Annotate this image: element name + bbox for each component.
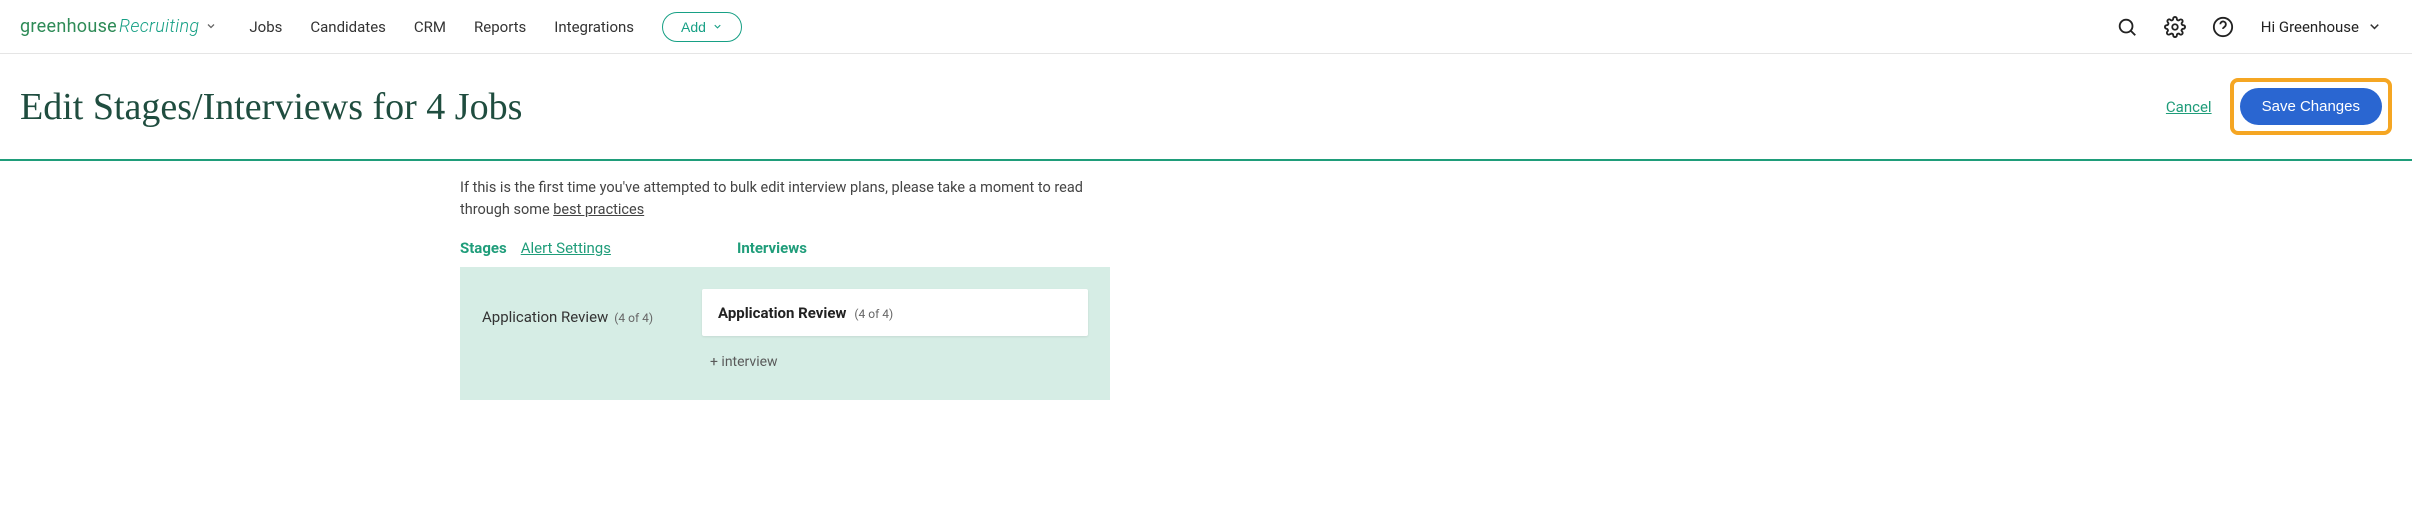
save-button[interactable]: Save Changes bbox=[2240, 88, 2382, 125]
nav-reports[interactable]: Reports bbox=[474, 18, 526, 36]
header-actions: Cancel Save Changes bbox=[2166, 78, 2392, 135]
nav-crm[interactable]: CRM bbox=[414, 18, 446, 36]
brand-greenhouse: greenhouse bbox=[20, 16, 117, 37]
top-nav: greenhouse Recruiting Jobs Candidates CR… bbox=[0, 0, 2412, 54]
chevron-down-icon bbox=[2367, 19, 2382, 34]
nav-jobs[interactable]: Jobs bbox=[249, 18, 282, 36]
tab-alert-settings[interactable]: Alert Settings bbox=[521, 239, 611, 257]
save-highlight: Save Changes bbox=[2230, 78, 2392, 135]
page-title: Edit Stages/Interviews for 4 Jobs bbox=[20, 85, 522, 129]
stage-column: Application Review (4 of 4) bbox=[482, 289, 672, 326]
user-greeting-label: Hi Greenhouse bbox=[2261, 18, 2359, 36]
page-header: Edit Stages/Interviews for 4 Jobs Cancel… bbox=[0, 54, 2412, 161]
nav-integrations[interactable]: Integrations bbox=[554, 18, 634, 36]
section-tabs: Stages Alert Settings Interviews bbox=[460, 239, 1110, 257]
gear-icon[interactable] bbox=[2161, 13, 2189, 41]
tab-stages[interactable]: Stages bbox=[460, 239, 507, 257]
cancel-link[interactable]: Cancel bbox=[2166, 98, 2212, 116]
add-button-label: Add bbox=[681, 19, 706, 35]
nav-candidates[interactable]: Candidates bbox=[310, 18, 386, 36]
stage-name: Application Review bbox=[482, 308, 608, 326]
main-content: If this is the first time you've attempt… bbox=[0, 161, 2412, 440]
add-button[interactable]: Add bbox=[662, 12, 742, 42]
help-icon[interactable] bbox=[2209, 13, 2237, 41]
tab-interviews[interactable]: Interviews bbox=[737, 239, 807, 257]
intro-text: If this is the first time you've attempt… bbox=[460, 177, 1110, 221]
stage-count: (4 of 4) bbox=[614, 311, 653, 325]
stage-panel: Application Review (4 of 4) Application … bbox=[460, 267, 1110, 400]
brand-switcher[interactable]: greenhouse Recruiting bbox=[20, 16, 217, 37]
interview-name: Application Review bbox=[718, 304, 846, 322]
interview-card[interactable]: Application Review (4 of 4) bbox=[702, 289, 1088, 336]
user-menu[interactable]: Hi Greenhouse bbox=[2261, 18, 2382, 36]
add-interview-button[interactable]: + interview bbox=[702, 354, 1088, 370]
primary-nav: Jobs Candidates CRM Reports Integrations bbox=[249, 18, 634, 36]
interview-count: (4 of 4) bbox=[854, 307, 893, 321]
chevron-down-icon bbox=[712, 21, 723, 32]
search-icon[interactable] bbox=[2113, 13, 2141, 41]
chevron-down-icon bbox=[205, 20, 217, 32]
brand-recruiting: Recruiting bbox=[119, 16, 199, 37]
interview-column: Application Review (4 of 4) + interview bbox=[702, 289, 1088, 370]
best-practices-link[interactable]: best practices bbox=[553, 201, 644, 218]
